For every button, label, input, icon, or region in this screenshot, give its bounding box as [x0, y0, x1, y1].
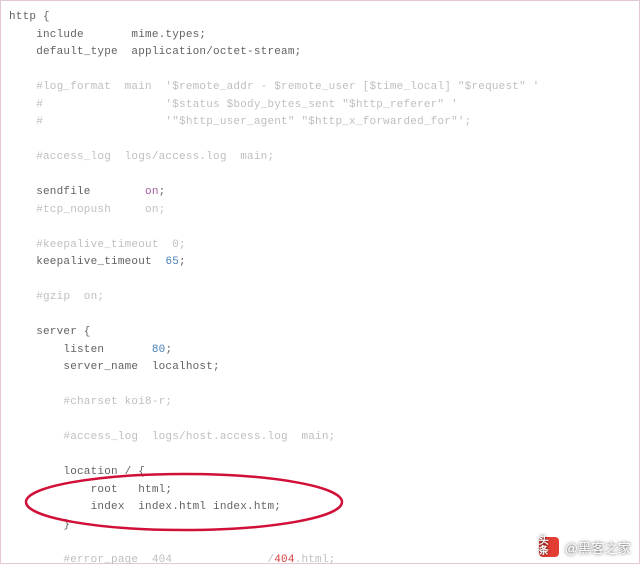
watermark-text: @黑客之家 [565, 538, 631, 557]
code-comment: #tcp_nopush on; [9, 204, 165, 216]
code-line: http { [9, 11, 50, 23]
code-line: listen [9, 344, 152, 356]
toutiao-logo-icon: 头条 [539, 537, 559, 557]
code-line: location / { [9, 466, 145, 478]
code-comment: #error_page 404 / [9, 554, 274, 564]
nginx-config-code: http { include mime.types; default_type … [1, 1, 639, 564]
code-line: keepalive_timeout [9, 256, 165, 268]
code-comment: #charset koi8-r; [9, 396, 172, 408]
code-comment: #log_format main '$remote_addr - $remote… [9, 81, 539, 93]
code-comment: #gzip on; [9, 291, 104, 303]
code-comment: # '$status $body_bytes_sent "$http_refer… [9, 99, 458, 111]
code-line: server_name [9, 361, 152, 373]
code-line: sendfile [9, 186, 145, 198]
code-viewport: http { include mime.types; default_type … [0, 0, 640, 564]
code-comment: #access_log logs/access.log main; [9, 151, 274, 163]
code-line: root html; [9, 484, 172, 496]
code-comment: #keepalive_timeout 0; [9, 239, 186, 251]
code-line: default_type [9, 46, 131, 58]
code-line: } [9, 519, 70, 531]
code-comment: # '"$http_user_agent" "$http_x_forwarded… [9, 116, 471, 128]
code-line: include [9, 29, 131, 41]
code-comment: #access_log logs/host.access.log main; [9, 431, 335, 443]
code-line: index index.html index.htm; [9, 501, 281, 513]
code-line: server { [9, 326, 91, 338]
watermark: 头条 @黑客之家 [539, 537, 631, 557]
